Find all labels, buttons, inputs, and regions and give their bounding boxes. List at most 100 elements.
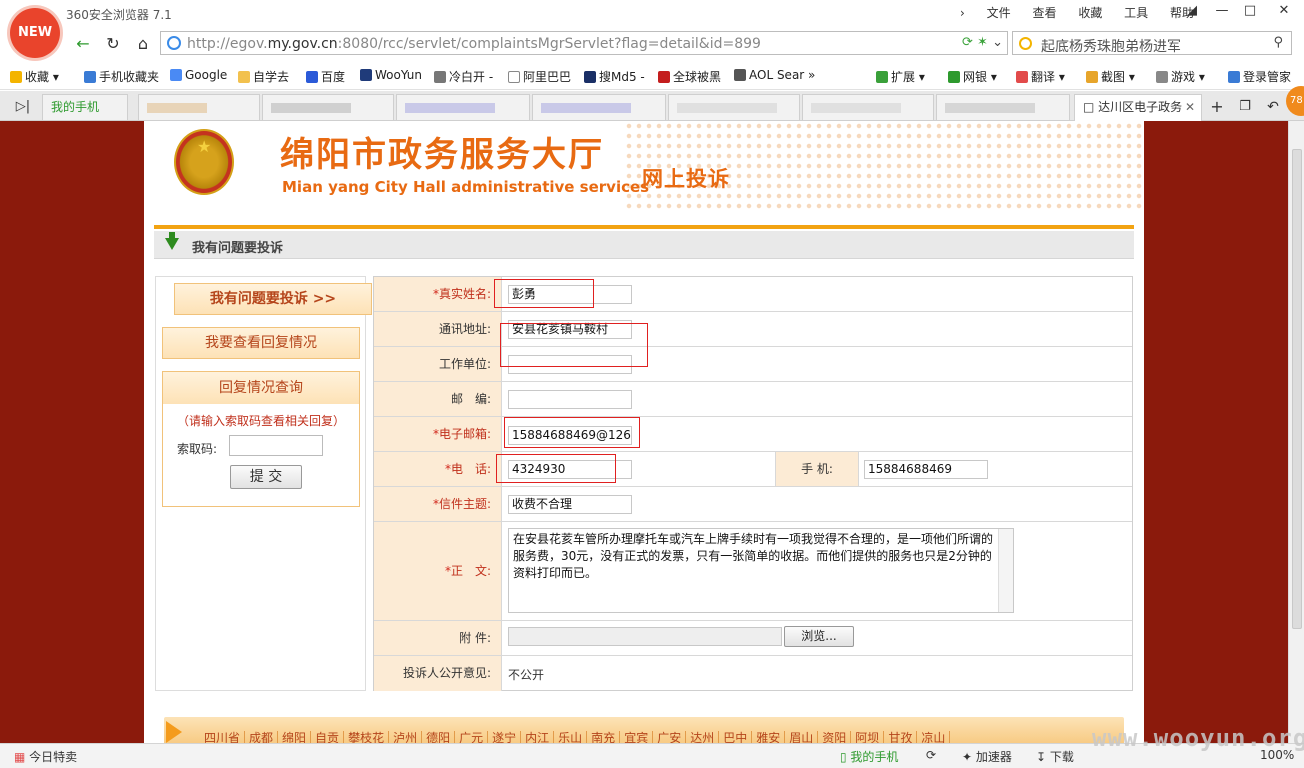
region-link[interactable]: 成都 bbox=[245, 731, 279, 743]
form-row-email: *电子邮箱: 15884688469@126.c bbox=[374, 417, 1132, 452]
subject-field[interactable]: 收费不合理 bbox=[508, 495, 632, 514]
region-link[interactable]: 甘孜 bbox=[884, 731, 918, 743]
status-accelerator[interactable]: ✦ 加速器 bbox=[962, 748, 1012, 765]
phone-icon bbox=[84, 71, 96, 83]
status-sync-icon[interactable]: ⟳ bbox=[926, 748, 936, 762]
view-reply-button[interactable]: 我要查看回复情况 bbox=[162, 327, 360, 359]
region-link[interactable]: 资阳 bbox=[818, 731, 852, 743]
file-path-input[interactable] bbox=[508, 627, 782, 646]
status-download[interactable]: ↧ 下载 bbox=[1036, 748, 1074, 765]
fav-mobile[interactable]: 手机收藏夹 bbox=[84, 68, 159, 85]
tool-games[interactable]: 游戏 ▾ bbox=[1156, 68, 1205, 85]
submit-button[interactable]: 提 交 bbox=[230, 465, 302, 489]
tab-blurred-2[interactable] bbox=[262, 94, 394, 120]
form-row-address: 通讯地址: 安县花荄镇马鞍村 bbox=[374, 312, 1132, 347]
region-link[interactable]: 巴中 bbox=[719, 731, 753, 743]
tab-my-phone[interactable]: 我的手机 bbox=[42, 94, 128, 120]
tab-blurred-7[interactable] bbox=[936, 94, 1070, 120]
tab-blurred-1[interactable] bbox=[138, 94, 260, 120]
region-link[interactable]: 内江 bbox=[521, 731, 555, 743]
code-input[interactable] bbox=[229, 435, 323, 456]
fav-hacked[interactable]: 全球被黑 bbox=[658, 68, 721, 85]
form-row-subject: *信件主题: 收费不合理 bbox=[374, 487, 1132, 522]
url-tools-icon[interactable]: ⟳ ✶ ⌄ bbox=[962, 35, 1003, 50]
scrollbar-thumb[interactable] bbox=[1292, 149, 1302, 629]
textarea-scrollbar[interactable] bbox=[998, 529, 1013, 612]
page-icon: □ bbox=[1083, 100, 1099, 114]
skin-icon[interactable]: ◢ bbox=[1178, 0, 1206, 22]
mobile-label: 手 机: bbox=[775, 452, 859, 486]
region-link[interactable]: 达州 bbox=[686, 731, 720, 743]
search-engine-icon[interactable] bbox=[1019, 37, 1032, 50]
close-window-button[interactable]: ✕ bbox=[1270, 0, 1298, 22]
region-link[interactable]: 阿坝 bbox=[851, 731, 885, 743]
daily-deals[interactable]: ▦ 今日特卖 bbox=[14, 748, 77, 765]
fav-zixuequ[interactable]: 自学去 bbox=[238, 68, 289, 85]
tool-extensions[interactable]: 扩展 ▾ bbox=[876, 68, 925, 85]
tool-translate[interactable]: 翻译 ▾ bbox=[1016, 68, 1065, 85]
search-input[interactable]: 起底杨秀珠胞弟杨进军 ⚲ bbox=[1012, 31, 1292, 55]
tab-blurred-6[interactable] bbox=[802, 94, 934, 120]
new-tab-icon[interactable]: + bbox=[1206, 97, 1228, 117]
status-my-phone[interactable]: ▯ 我的手机 bbox=[840, 748, 898, 765]
region-link[interactable]: 眉山 bbox=[785, 731, 819, 743]
fav-google[interactable]: Google bbox=[170, 68, 227, 82]
maximize-button[interactable]: □ bbox=[1236, 0, 1264, 22]
zip-field[interactable] bbox=[508, 390, 632, 409]
complain-button[interactable]: 我有问题要投诉 >> bbox=[174, 283, 372, 315]
region-link[interactable]: 自贡 bbox=[311, 731, 345, 743]
fav-md5[interactable]: 搜Md5 - bbox=[584, 68, 645, 85]
tab-blurred-4[interactable] bbox=[532, 94, 666, 120]
tool-screenshot[interactable]: 截图 ▾ bbox=[1086, 68, 1135, 85]
close-tab-icon[interactable]: ✕ bbox=[1185, 95, 1195, 119]
page-scrollbar[interactable] bbox=[1288, 121, 1304, 743]
arrow-down-icon bbox=[165, 238, 179, 250]
home-icon[interactable]: ⌂ bbox=[132, 34, 154, 54]
tool-login-manager[interactable]: 登录管家 bbox=[1228, 68, 1291, 85]
tool-bank[interactable]: 网银 ▾ bbox=[948, 68, 997, 85]
section-tag: 网上投诉 bbox=[642, 167, 730, 191]
minimize-button[interactable]: — bbox=[1208, 0, 1236, 22]
refresh-icon[interactable]: ↻ bbox=[102, 34, 124, 54]
tab-blurred-5[interactable] bbox=[668, 94, 800, 120]
fav-lengbaikai[interactable]: 冷白开 - bbox=[434, 68, 493, 85]
region-link[interactable]: 攀枝花 bbox=[344, 731, 390, 743]
region-link[interactable]: 乐山 bbox=[554, 731, 588, 743]
search-icon[interactable]: ⚲ bbox=[1273, 35, 1283, 50]
fav-aol[interactable]: AOL Sear » bbox=[734, 68, 815, 82]
menu-favorites[interactable]: 收藏 bbox=[1078, 6, 1102, 20]
paw-icon bbox=[306, 71, 318, 83]
body-textarea[interactable]: 在安县花荄车管所办理摩托车或汽车上牌手续时有一项我觉得不合理的，是一项他们所谓的… bbox=[508, 528, 1014, 613]
menu-view[interactable]: 查看 bbox=[1032, 6, 1056, 20]
browse-button[interactable]: 浏览... bbox=[784, 626, 854, 647]
url-input[interactable]: http://egov.my.gov.cn:8080/rcc/servlet/c… bbox=[160, 31, 1008, 55]
sidebar-toggle-icon[interactable]: ▷| bbox=[12, 97, 34, 117]
fav-alibaba[interactable]: 阿里巴巴 bbox=[508, 68, 571, 85]
tab-blurred-3[interactable] bbox=[396, 94, 530, 120]
tab-active[interactable]: □ 达川区电子政务 ✕ bbox=[1074, 94, 1202, 121]
fav-collect[interactable]: 收藏 ▾ bbox=[10, 68, 59, 85]
phone-icon: ▯ bbox=[840, 750, 851, 764]
region-link[interactable]: 德阳 bbox=[422, 731, 456, 743]
region-link[interactable]: 雅安 bbox=[752, 731, 786, 743]
region-link[interactable]: 绵阳 bbox=[278, 731, 312, 743]
menu-file[interactable]: 文件 bbox=[987, 6, 1011, 20]
query-hint: （请输入索取码查看相关回复） bbox=[177, 414, 346, 428]
mobile-field[interactable]: 15884688469 bbox=[864, 460, 988, 479]
region-link[interactable]: 南充 bbox=[587, 731, 621, 743]
region-link[interactable]: 凉山 bbox=[917, 731, 951, 743]
menu-arrow-icon[interactable]: › bbox=[960, 6, 965, 20]
region-link[interactable]: 泸州 bbox=[389, 731, 423, 743]
region-link[interactable]: 宜宾 bbox=[620, 731, 654, 743]
fav-wooyun[interactable]: WooYun bbox=[360, 68, 422, 82]
back-icon[interactable]: ← bbox=[72, 34, 94, 54]
tab-list-icon[interactable]: ❐ bbox=[1234, 97, 1256, 117]
region-link[interactable]: 广安 bbox=[653, 731, 687, 743]
fav-baidu[interactable]: 百度 bbox=[306, 68, 345, 85]
browser-logo[interactable]: NEW bbox=[10, 8, 60, 58]
region-link[interactable]: 遂宁 bbox=[488, 731, 522, 743]
region-link[interactable]: 四川省 bbox=[200, 731, 246, 743]
menu-tools[interactable]: 工具 bbox=[1124, 6, 1148, 20]
region-link[interactable]: 广元 bbox=[455, 731, 489, 743]
undo-close-icon[interactable]: ↶ bbox=[1262, 97, 1284, 117]
